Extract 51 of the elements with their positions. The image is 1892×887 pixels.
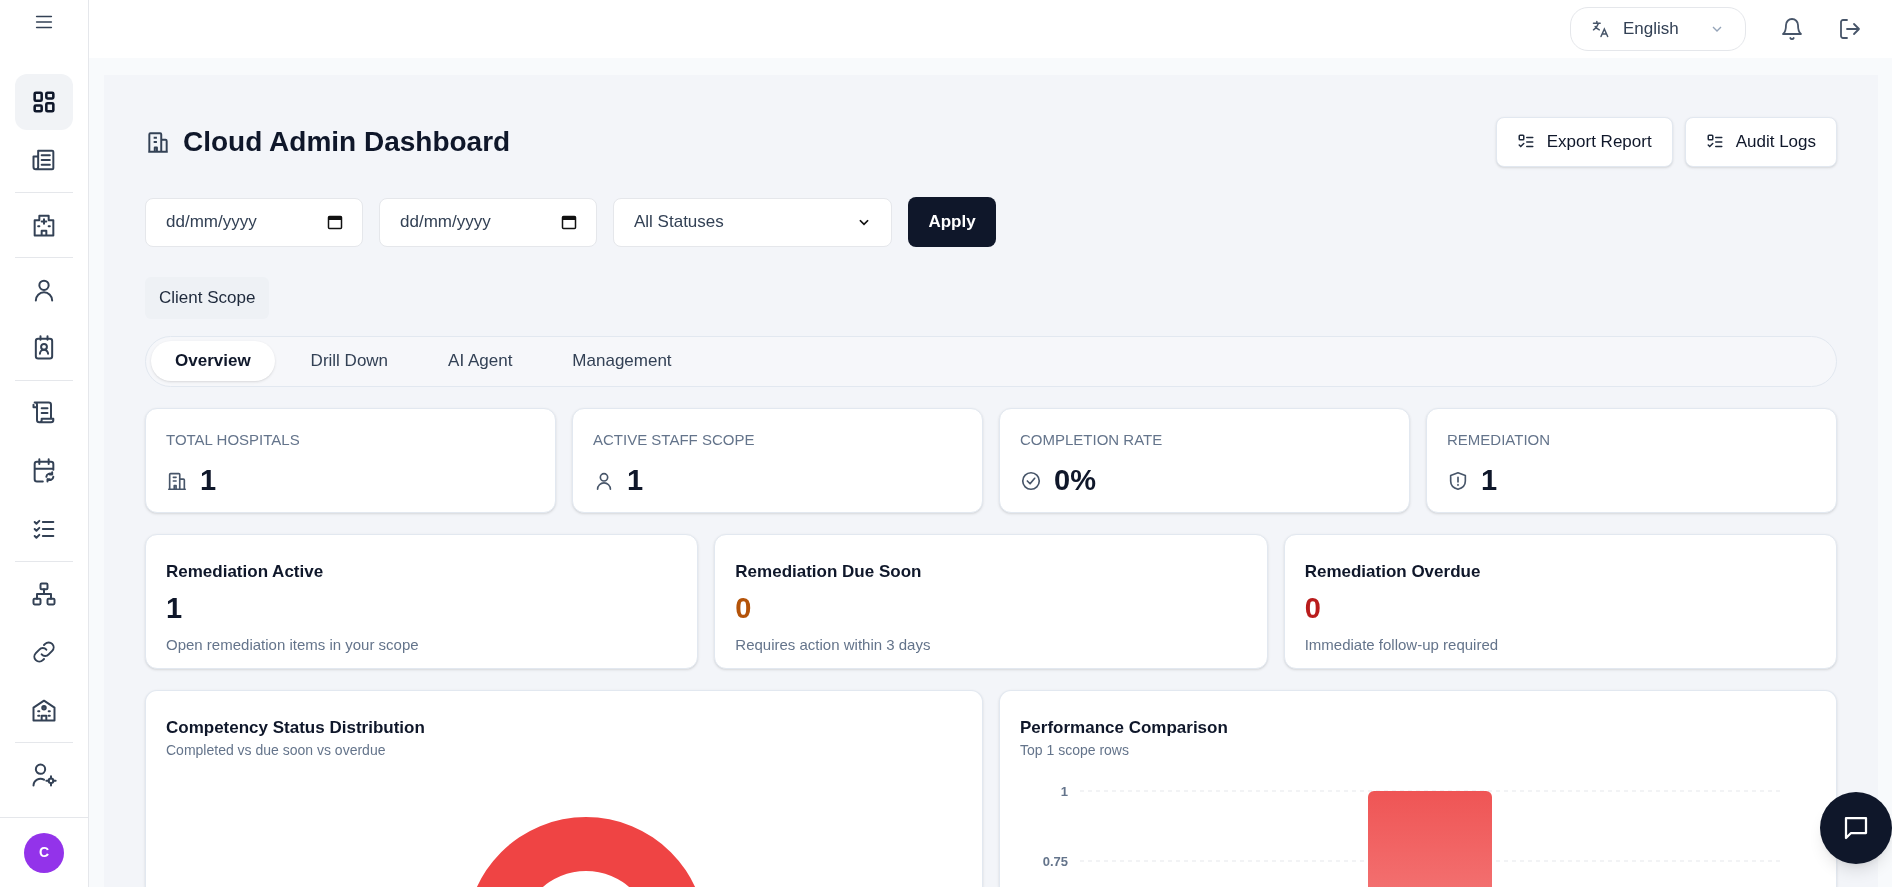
notification-bell-icon[interactable] <box>1780 17 1804 41</box>
card-title: Remediation Active <box>166 560 324 583</box>
remediation-count: 0 <box>1304 591 1321 626</box>
remediation-count: 0 <box>735 591 752 626</box>
chart-title: Performance Comparison <box>1020 716 1228 739</box>
translate-icon <box>1591 19 1611 39</box>
chart-title: Competency Status Distribution <box>166 716 425 739</box>
hierarchy-icon <box>30 580 58 608</box>
user-settings-icon <box>30 761 58 789</box>
status-select[interactable]: All Statuses <box>613 197 892 247</box>
y-tick-label: 0.75 <box>1042 854 1068 869</box>
card-description: Immediate follow-up required <box>1304 635 1499 656</box>
header-action-button[interactable]: Export Report <box>1495 117 1673 167</box>
tab[interactable]: Overview <box>151 341 275 381</box>
stat-label: ACTIVE STAFF SCOPE <box>593 429 755 450</box>
chart-subtitle: Completed vs due soon vs overdue <box>166 741 386 760</box>
building-icon <box>145 129 171 155</box>
logout-icon[interactable] <box>1838 17 1862 41</box>
remediation-count: 1 <box>166 591 183 626</box>
stat-value: 1 <box>1481 463 1498 498</box>
check-circle-icon <box>1020 469 1042 492</box>
scope-badge: Client Scope <box>145 277 270 319</box>
stat-label: REMEDIATION <box>1447 429 1551 450</box>
start-date-field[interactable]: dd/mm/yyyy <box>145 197 363 247</box>
language-select[interactable]: English <box>1570 7 1746 51</box>
page-title: Cloud Admin Dashboard <box>183 125 511 159</box>
tab[interactable]: Drill Down <box>286 341 413 381</box>
dashboard-icon <box>30 88 58 116</box>
stat-label: TOTAL HOSPITALS <box>166 429 300 450</box>
stat-value: 1 <box>200 463 217 498</box>
calendar-icon <box>561 213 577 230</box>
sidebar-nav-item[interactable] <box>15 74 73 130</box>
apply-button[interactable]: Apply <box>908 197 996 247</box>
stat-label: COMPLETION RATE <box>1020 429 1163 450</box>
card-description: Requires action within 3 days <box>735 635 931 656</box>
link-icon <box>30 638 58 666</box>
end-date-field[interactable]: dd/mm/yyyy <box>379 197 597 247</box>
stat-value: 0% <box>1054 463 1096 498</box>
tab[interactable]: AI Agent <box>424 341 537 381</box>
calendar-icon <box>327 213 343 230</box>
y-tick-label: 1 <box>1060 784 1068 799</box>
shield-alert-icon <box>1447 469 1469 492</box>
header-action-button[interactable]: Audit Logs <box>1684 117 1837 167</box>
tab[interactable]: Management <box>548 341 696 381</box>
card-title: Remediation Due Soon <box>735 560 922 583</box>
user-avatar[interactable]: C <box>24 832 64 873</box>
card-description: Open remediation items in your scope <box>166 635 419 656</box>
card-title: Remediation Overdue <box>1304 560 1481 583</box>
chart-subtitle: Top 1 scope rows <box>1020 741 1129 760</box>
stat-value: 1 <box>627 463 644 498</box>
language-label: English <box>1623 18 1680 41</box>
